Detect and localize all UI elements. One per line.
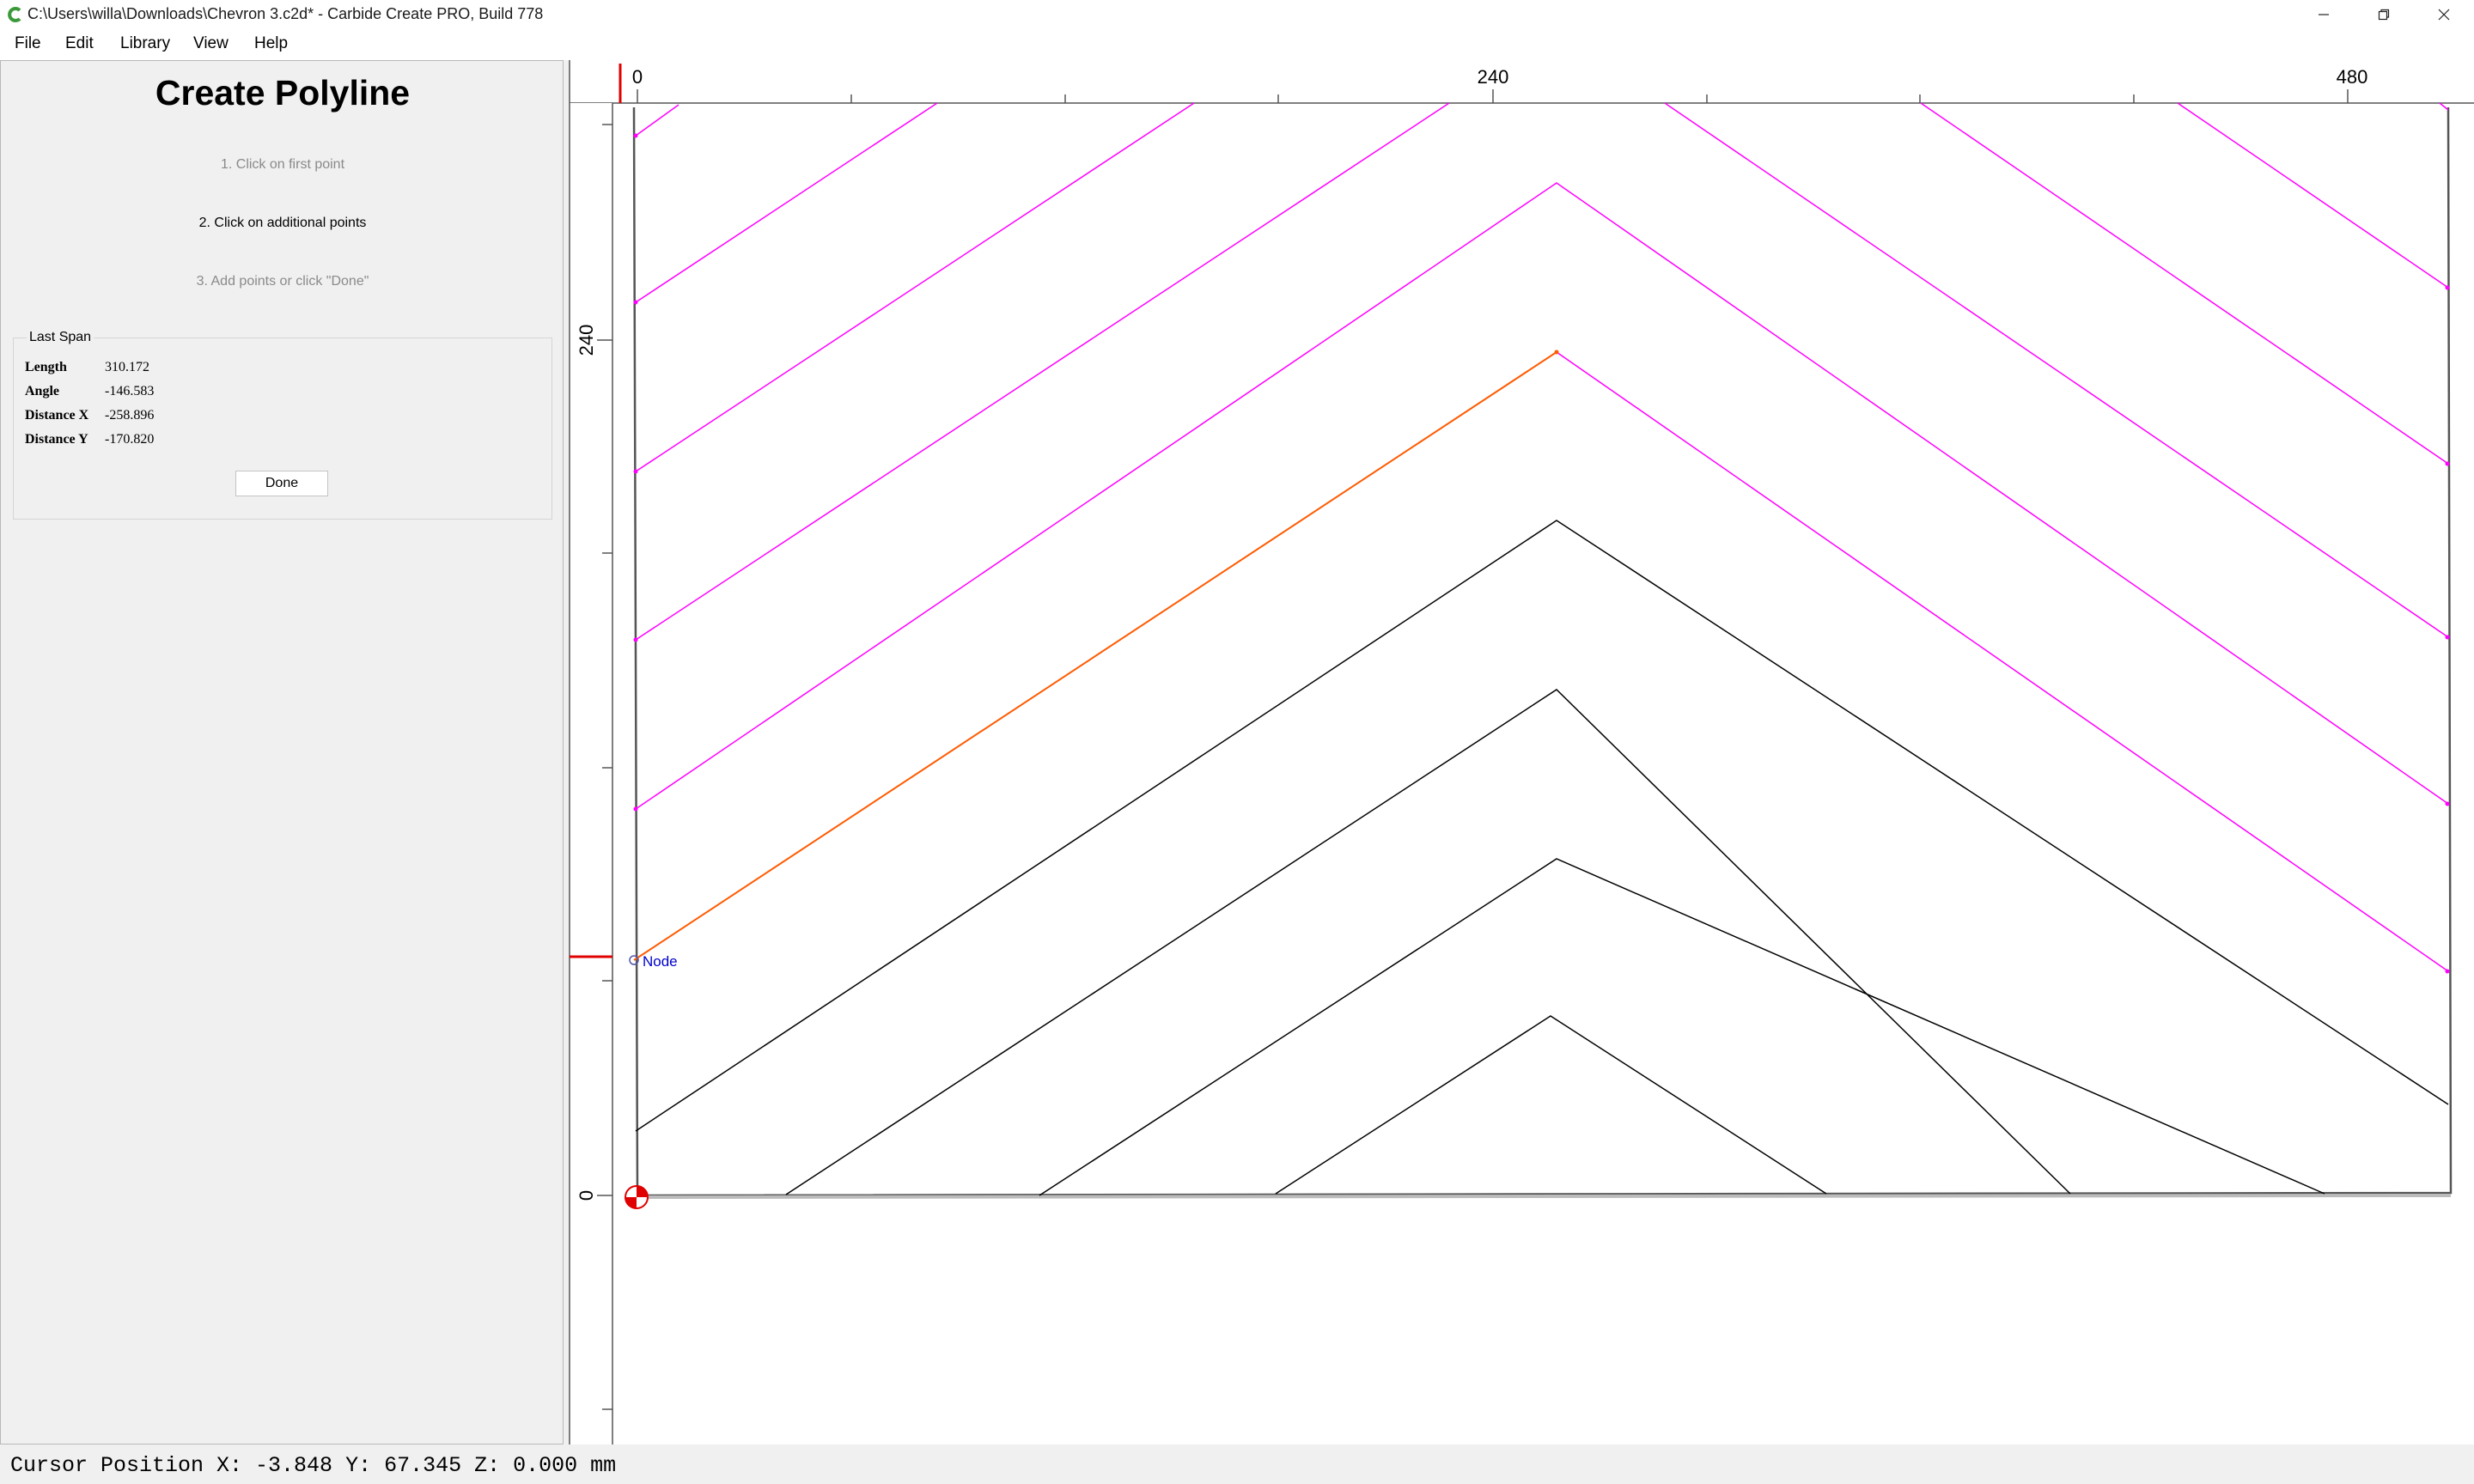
panel-title: Create Polyline [155,73,411,113]
left-ruler-label-240: 240 [576,325,597,356]
canvas-surface[interactable] [612,103,2474,1444]
design-canvas[interactable]: 0 240 480 240 0 Node [567,60,2474,1444]
maximize-button[interactable] [2354,0,2414,29]
top-ruler-label-240: 240 [1478,66,1509,88]
step-1: 1. Click on first point [220,157,345,172]
angle-value: -146.583 [105,384,155,398]
distance-x-label: Distance X [25,408,89,423]
stock-outline-shadow [637,1194,2452,1199]
top-ruler-label-480: 480 [2337,66,2368,88]
step-3: 3. Add points or click "Done" [196,274,369,289]
menu-view[interactable]: View [193,34,229,53]
length-label: Length [25,360,67,374]
menu-library[interactable]: Library [120,34,170,53]
menu-file[interactable]: File [15,34,41,53]
node-label: Node [643,953,678,970]
tool-panel: Create Polyline 1. Click on first point … [0,60,564,1444]
top-ruler-label-0: 0 [632,66,643,88]
title-bar: C:\Users\willa\Downloads\Chevron 3.c2d* … [0,0,2474,29]
distance-x-value: -258.896 [105,408,155,423]
length-value: 310.172 [105,360,149,374]
close-button[interactable] [2414,0,2474,29]
step-2: 2. Click on additional points [198,216,367,230]
close-icon [2438,9,2450,21]
menu-edit[interactable]: Edit [65,34,94,53]
left-ruler [570,103,612,1444]
canvas-drawing[interactable]: 0 240 480 240 0 Node [567,60,2474,1444]
distance-y-label: Distance Y [25,432,88,447]
last-span-title: Last Span [27,330,94,345]
minimize-icon [2319,14,2329,15]
status-bar: Cursor Position X: -3.848 Y: 67.345 Z: 0… [0,1444,2474,1484]
maximize-icon [2378,9,2390,21]
left-ruler-label-0: 0 [576,1190,597,1201]
minimize-button[interactable] [2294,0,2354,29]
done-button[interactable]: Done [235,471,328,496]
distance-y-value: -170.820 [105,432,155,447]
menu-bar: File Edit Library View Help [0,29,2474,60]
window-title: C:\Users\willa\Downloads\Chevron 3.c2d* … [27,5,544,22]
top-ruler [570,60,2474,103]
carbide-create-icon [8,7,21,22]
cursor-position: Cursor Position X: -3.848 Y: 67.345 Z: 0… [10,1453,617,1478]
angle-label: Angle [25,384,59,398]
menu-help[interactable]: Help [254,34,288,53]
origin-icon [625,1185,649,1209]
